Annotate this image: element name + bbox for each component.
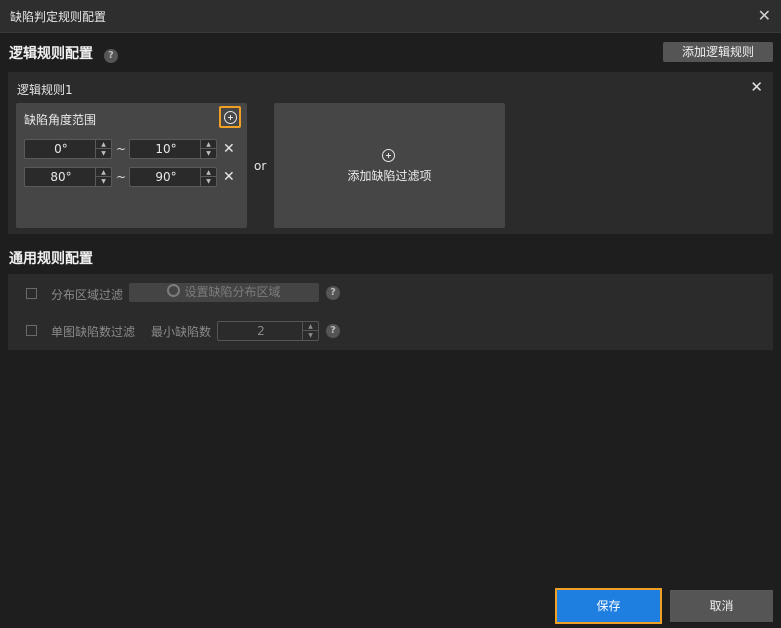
range-1-max-stepper[interactable]: 10° ▲ ▼ — [129, 139, 217, 159]
min-count-label: 最小缺陷数 — [151, 325, 212, 339]
spin-down-icon[interactable]: ▼ — [303, 331, 318, 340]
range-2-max-stepper[interactable]: 90° ▲ ▼ — [129, 167, 217, 187]
count-filter-checkbox[interactable] — [26, 325, 37, 336]
logic-section-label: 逻辑规则配置 — [9, 46, 93, 62]
or-label: or — [254, 159, 267, 173]
min-count-value[interactable]: 2 — [218, 322, 304, 340]
window-title: 缺陷判定规则配置 — [10, 10, 107, 24]
spin-down-icon[interactable]: ▼ — [201, 149, 216, 158]
spin-up-icon[interactable]: ▲ — [303, 322, 318, 331]
help-icon[interactable]: ? — [326, 324, 340, 338]
spin-down-icon[interactable]: ▼ — [96, 177, 111, 186]
remove-range-icon[interactable]: ✕ — [223, 169, 235, 185]
angle-range-card: 缺陷角度范围 0° ▲ ▼ ~ 10° ▲ ▼ ✕ 80° ▲ ▼ ~ 90° ▲ ▼ … — [16, 103, 247, 228]
help-icon[interactable]: ? — [103, 49, 118, 63]
range-1-min-value[interactable]: 0° — [25, 140, 97, 158]
remove-range-icon[interactable]: ✕ — [223, 141, 235, 157]
rule-title: 逻辑规则1 — [17, 83, 73, 97]
plus-circle-icon — [223, 110, 237, 124]
min-count-stepper[interactable]: 2 ▲ ▼ — [217, 321, 319, 341]
angle-card-title: 缺陷角度范围 — [24, 113, 97, 127]
gear-icon — [167, 284, 181, 297]
logic-rule-panel: 逻辑规则1 ✕ 缺陷角度范围 0° ▲ ▼ ~ 10° ▲ ▼ ✕ 80° ▲ ▼ ~… — [8, 72, 773, 234]
range-1-min-stepper[interactable]: 0° ▲ ▼ — [24, 139, 112, 159]
add-range-button[interactable] — [219, 106, 241, 128]
region-filter-checkbox[interactable] — [26, 288, 37, 299]
range-2-min-value[interactable]: 80° — [25, 168, 97, 186]
range-separator: ~ — [116, 170, 127, 184]
plus-circle-icon — [382, 149, 395, 162]
range-2-min-stepper[interactable]: 80° ▲ ▼ — [24, 167, 112, 187]
range-separator: ~ — [116, 142, 127, 156]
save-button[interactable]: 保存 — [555, 588, 662, 624]
spin-up-icon[interactable]: ▲ — [96, 168, 111, 177]
cancel-button[interactable]: 取消 — [670, 590, 773, 622]
spin-up-icon[interactable]: ▲ — [96, 140, 111, 149]
set-region-label: 设置缺陷分布区域 — [184, 285, 281, 299]
range-2-max-value[interactable]: 90° — [130, 168, 202, 186]
spin-up-icon[interactable]: ▲ — [201, 140, 216, 149]
spin-down-icon[interactable]: ▼ — [96, 149, 111, 158]
general-section-title: 通用规则配置 — [9, 251, 93, 267]
general-rule-panel: 分布区域过滤 设置缺陷分布区域 ? 单图缺陷数过滤 最小缺陷数 2 ▲ ▼ ? — [8, 274, 773, 350]
add-filter-card[interactable]: 添加缺陷过滤项 — [274, 103, 505, 228]
spin-down-icon[interactable]: ▼ — [201, 177, 216, 186]
set-region-button[interactable]: 设置缺陷分布区域 — [129, 283, 319, 302]
add-filter-label: 添加缺陷过滤项 — [347, 169, 432, 183]
close-icon[interactable]: ✕ — [750, 78, 763, 96]
help-icon[interactable]: ? — [326, 286, 340, 300]
close-icon[interactable]: ✕ — [758, 6, 771, 25]
count-filter-label: 单图缺陷数过滤 — [51, 325, 136, 339]
spin-up-icon[interactable]: ▲ — [201, 168, 216, 177]
range-1-max-value[interactable]: 10° — [130, 140, 202, 158]
title-bar: 缺陷判定规则配置 ✕ — [0, 0, 781, 33]
logic-section-title: 逻辑规则配置 ? — [9, 43, 118, 63]
add-logic-rule-button[interactable]: 添加逻辑规则 — [663, 42, 773, 62]
region-filter-label: 分布区域过滤 — [51, 288, 124, 302]
